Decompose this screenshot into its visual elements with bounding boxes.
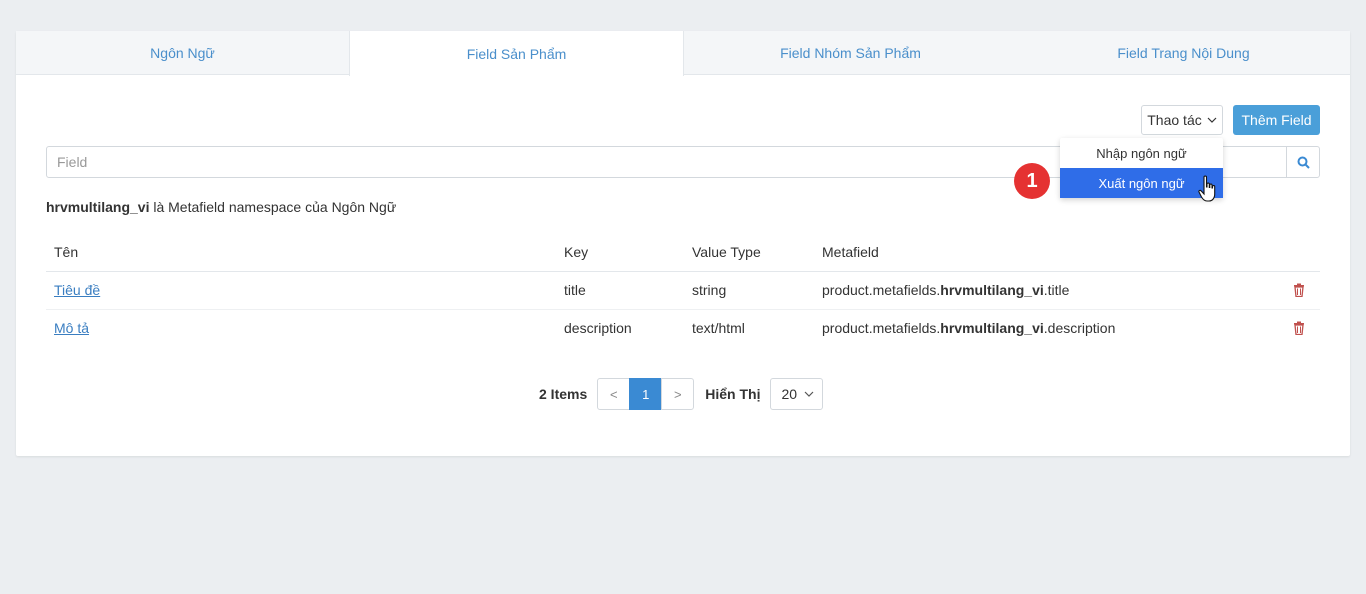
step-badge: 1 <box>1014 163 1050 199</box>
page-button-1[interactable]: 1 <box>629 378 663 410</box>
actions-label: Thao tác <box>1147 112 1202 128</box>
tab-ngon-ngu[interactable]: Ngôn Ngữ <box>16 31 349 74</box>
tab-bar: Ngôn Ngữ Field Sản Phẩm Field Nhóm Sản P… <box>16 31 1350 76</box>
chevron-down-icon <box>1207 117 1217 123</box>
col-header-name: Tên <box>46 233 556 272</box>
field-name-link[interactable]: Tiêu đề <box>54 282 100 298</box>
menu-item-import-language[interactable]: Nhập ngôn ngữ <box>1060 138 1223 168</box>
trash-icon[interactable] <box>1292 283 1306 297</box>
search-icon <box>1297 156 1310 169</box>
field-value-type: string <box>684 271 814 310</box>
tab-field-san-pham[interactable]: Field Sản Phẩm <box>349 31 684 76</box>
next-page-button[interactable]: > <box>661 378 695 410</box>
table-row: Mô tả description text/html product.meta… <box>46 309 1320 347</box>
trash-icon[interactable] <box>1292 321 1306 336</box>
field-metafield: product.metafields.hrvmultilang_vi.descr… <box>822 320 1116 337</box>
per-page-select[interactable]: 20 <box>770 378 824 410</box>
field-metafield: product.metafields.hrvmultilang_vi.title <box>814 271 1260 310</box>
hand-cursor-icon <box>1198 175 1216 202</box>
tab-field-nhom-san-pham[interactable]: Field Nhóm Sản Phẩm <box>684 31 1017 74</box>
main-card: Ngôn Ngữ Field Sản Phẩm Field Nhóm Sản P… <box>16 31 1350 456</box>
field-value-type: text/html <box>692 320 745 337</box>
prev-page-button[interactable]: < <box>597 378 631 410</box>
table-row: Tiêu đề title string product.metafields.… <box>46 271 1320 310</box>
per-page-value: 20 <box>781 386 798 402</box>
col-header-metafield: Metafield <box>814 233 1260 272</box>
add-field-button[interactable]: Thêm Field <box>1233 105 1320 135</box>
field-key: title <box>556 271 684 310</box>
items-count: 2 Items <box>539 386 588 402</box>
field-name-link[interactable]: Mô tả <box>54 320 89 336</box>
chevron-down-icon <box>805 391 814 397</box>
per-page-label: Hiển Thị <box>705 386 761 402</box>
col-header-actions <box>1260 233 1320 272</box>
namespace-note: hrvmultilang_vi là Metafield namespace c… <box>46 199 396 215</box>
col-header-value-type: Value Type <box>684 233 814 272</box>
search-button[interactable] <box>1286 147 1319 177</box>
actions-dropdown-button[interactable]: Thao tác <box>1141 105 1223 135</box>
field-key: description <box>564 320 632 337</box>
namespace-name: hrvmultilang_vi <box>46 199 150 215</box>
col-header-key: Key <box>556 233 684 272</box>
tab-field-trang-noi-dung[interactable]: Field Trang Nội Dung <box>1017 31 1350 74</box>
fields-table: Tên Key Value Type Metafield Tiêu đề tit… <box>46 233 1320 347</box>
namespace-text: là Metafield namespace của Ngôn Ngữ <box>149 199 397 215</box>
pagination: 2 Items < 1 > Hiển Thị 20 <box>539 378 824 410</box>
